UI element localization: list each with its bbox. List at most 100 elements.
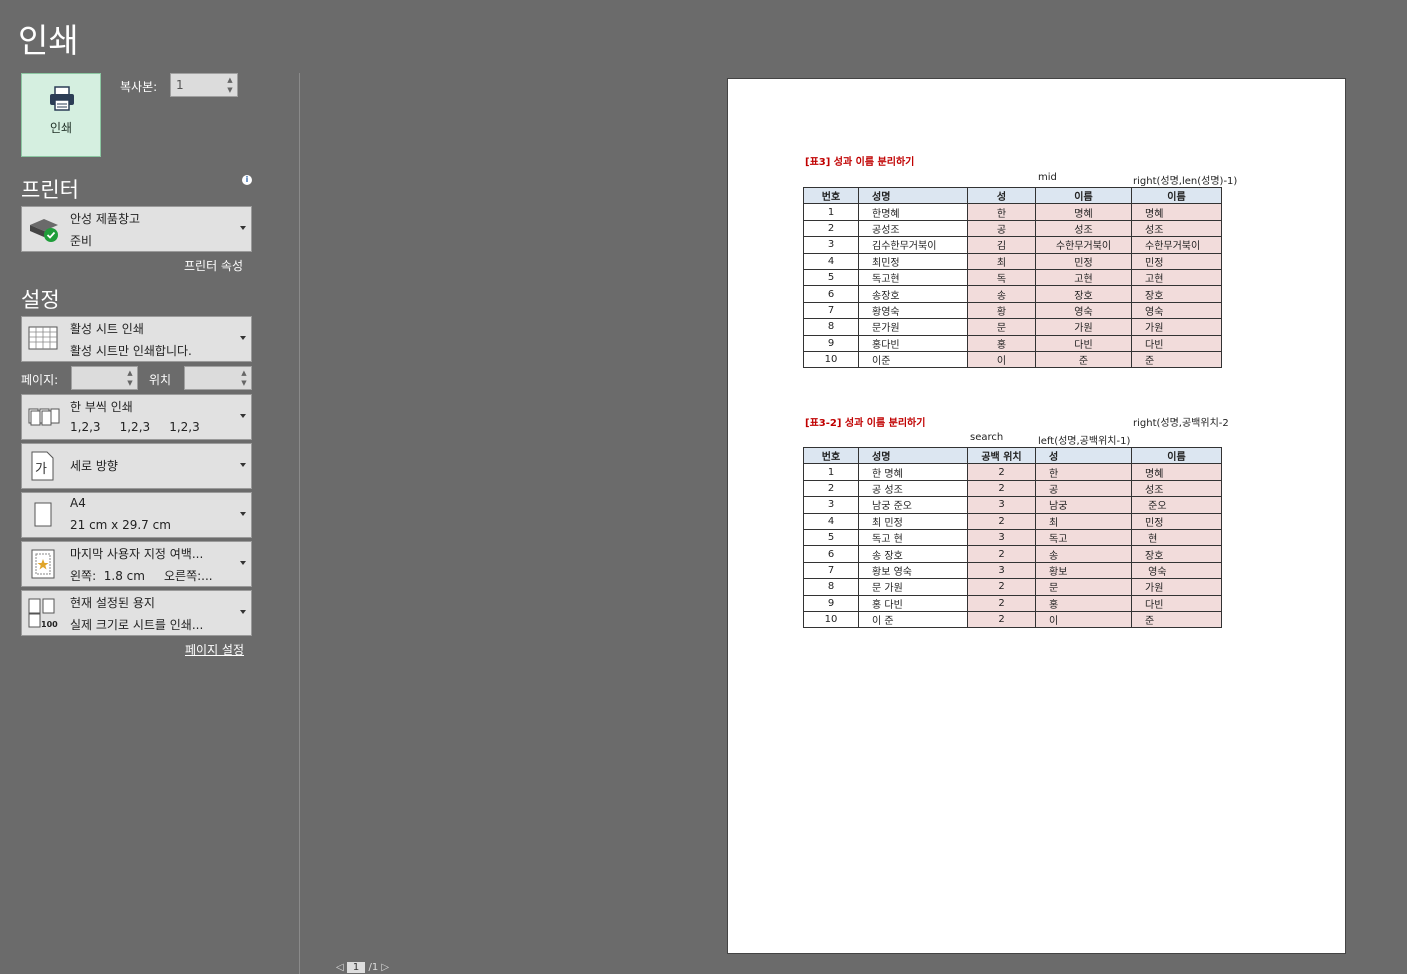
- table-row: 10 이준 이 준 준: [803, 350, 1222, 369]
- margins-dropdown[interactable]: 마지막 사용자 지정 여백... 왼쪽: 1.8 cm 오른쪽:...: [21, 541, 252, 587]
- settings-heading: 설정: [21, 288, 60, 312]
- table-cell: 3: [803, 236, 859, 254]
- print-preview-page: [표3] 성과 이름 분리하기 mid right(성명,len(성명)-1) …: [727, 78, 1346, 954]
- table-cell: 3: [967, 496, 1036, 514]
- table-cell: 명혜: [1035, 203, 1132, 221]
- table-cell: 명혜: [1131, 463, 1222, 481]
- table-cell: 송: [967, 285, 1036, 303]
- table-cell: 4: [803, 252, 859, 270]
- table-cell: 가원: [1131, 578, 1222, 596]
- table-cell: 독고: [1035, 528, 1132, 547]
- table-cell: 2: [803, 219, 859, 238]
- table-cell: 1: [803, 463, 859, 481]
- printer-ready-icon: [30, 219, 58, 242]
- table-cell: 다빈: [1131, 594, 1222, 612]
- pages-from-input[interactable]: ▲ ▼: [71, 366, 138, 390]
- table2-header: 이름: [1131, 446, 1222, 465]
- table-cell: 황보 영숙: [858, 561, 968, 580]
- table-cell: 성조: [1131, 219, 1222, 238]
- table-row: 8 문가원 문 가원 가원: [803, 318, 1222, 336]
- paper-size-dropdown[interactable]: A4 21 cm x 29.7 cm: [21, 492, 252, 538]
- table-cell: 다빈: [1035, 334, 1132, 352]
- table-cell: 독고 현: [858, 528, 968, 547]
- margins-title: 마지막 사용자 지정 여백...: [70, 547, 204, 561]
- page-navigator[interactable]: ◁ 1 /1 ▷: [336, 962, 389, 973]
- table2-note-right: right(성명,공백위치-2: [1133, 418, 1229, 429]
- table-cell: 1: [803, 203, 859, 221]
- chevron-down-icon: [240, 561, 246, 565]
- table-cell: 8: [803, 318, 859, 336]
- table2-title: [표3-2] 성과 이름 분리하기: [805, 418, 926, 429]
- table-cell: 2: [967, 594, 1036, 612]
- print-scope-dropdown[interactable]: 활성 시트 인쇄 활성 시트만 인쇄합니다.: [21, 316, 252, 362]
- table1-header: 이름: [1131, 186, 1222, 205]
- table-row: 2공 성조 2 공 성조: [803, 479, 1222, 498]
- table-cell: 황: [967, 301, 1036, 320]
- print-scope-title: 활성 시트 인쇄: [70, 322, 144, 336]
- table-cell: 송장호: [858, 285, 968, 303]
- table-cell: 공: [1035, 479, 1132, 498]
- stepper-arrows-icon[interactable]: ▲ ▼: [225, 75, 235, 95]
- table-cell: 영숙: [1131, 301, 1222, 320]
- table-cell: 이: [1035, 610, 1132, 629]
- portrait-orientation-icon: 가: [31, 451, 54, 481]
- table2-note-search: search: [970, 432, 1004, 443]
- table2-header: 번호: [803, 446, 859, 465]
- orientation-dropdown[interactable]: 가 세로 방향: [21, 443, 252, 489]
- table-cell: 최 민정: [858, 512, 968, 530]
- table1-title: [표3] 성과 이름 분리하기: [805, 157, 915, 168]
- current-page[interactable]: 1: [346, 962, 366, 973]
- table-cell: 성조: [1035, 219, 1132, 238]
- collate-dropdown[interactable]: 한 부씩 인쇄 1,2,3 1,2,3 1,2,3: [21, 394, 252, 440]
- scaling-dropdown[interactable]: 100 현재 설정된 용지 실제 크기로 시트를 인쇄...: [21, 590, 252, 636]
- table-row: 4최 민정 2 최 민정: [803, 512, 1222, 530]
- table-cell: 준오: [1131, 496, 1222, 514]
- table-cell: 한: [967, 203, 1036, 221]
- table-cell: 4: [803, 512, 859, 530]
- copies-stepper[interactable]: 1 ▲ ▼: [170, 73, 238, 97]
- table-cell: 장호: [1131, 545, 1222, 563]
- print-button-label: 인쇄: [49, 121, 73, 135]
- chevron-down-icon: [240, 414, 246, 418]
- chevron-down-icon: [240, 226, 246, 230]
- printer-dropdown[interactable]: 안성 제품창고 준비: [21, 206, 252, 252]
- next-page-icon[interactable]: ▷: [381, 962, 389, 973]
- page-setup-link[interactable]: 페이지 설정: [185, 641, 244, 658]
- table-cell: 공성조: [858, 219, 968, 238]
- table-cell: 장호: [1035, 285, 1132, 303]
- margins-desc: 왼쪽: 1.8 cm 오른쪽:...: [70, 569, 213, 583]
- table-row: 4 최민정 최 민정 민정: [803, 252, 1222, 270]
- table-cell: 장호: [1131, 285, 1222, 303]
- stepper-arrows-icon[interactable]: ▲ ▼: [125, 368, 135, 388]
- table-cell: 영숙: [1131, 561, 1222, 580]
- scaling-desc: 실제 크기로 시트를 인쇄...: [70, 618, 204, 632]
- table-row: 6송 장호 2 송 장호: [803, 545, 1222, 563]
- collate-title: 한 부씩 인쇄: [70, 400, 133, 414]
- paper-size-icon: [34, 502, 52, 527]
- table-cell: 황영숙: [858, 301, 968, 320]
- chevron-down-icon: [240, 512, 246, 516]
- info-icon[interactable]: i: [242, 175, 252, 185]
- printer-name: 안성 제품창고: [70, 212, 141, 226]
- table-cell: 2: [803, 479, 859, 498]
- table-cell: 2: [967, 463, 1036, 481]
- table1-header: 번호: [803, 186, 859, 205]
- table-cell: 영숙: [1035, 301, 1132, 320]
- table-cell: 김: [967, 236, 1036, 254]
- table-cell: 준: [1035, 350, 1132, 369]
- print-scope-desc: 활성 시트만 인쇄합니다.: [70, 344, 192, 358]
- printer-properties-link[interactable]: 프린터 속성: [184, 257, 243, 274]
- table-cell: 6: [803, 545, 859, 563]
- table-cell: 한 명혜: [858, 463, 968, 481]
- pages-to-input[interactable]: ▲ ▼: [184, 366, 252, 390]
- table-cell: 6: [803, 285, 859, 303]
- table-row: 6 송장호 송 장호 장호: [803, 285, 1222, 303]
- table-row: 9홍 다빈 2 홍 다빈: [803, 594, 1222, 612]
- table-cell: 공 성조: [858, 479, 968, 498]
- table-row: 8문 가원 2 문 가원: [803, 578, 1222, 596]
- prev-page-icon[interactable]: ◁: [336, 962, 344, 973]
- table-cell: 홍다빈: [858, 334, 968, 352]
- stepper-arrows-icon[interactable]: ▲ ▼: [239, 368, 249, 388]
- print-button[interactable]: 인쇄: [21, 73, 101, 157]
- table-cell: 10: [803, 350, 859, 369]
